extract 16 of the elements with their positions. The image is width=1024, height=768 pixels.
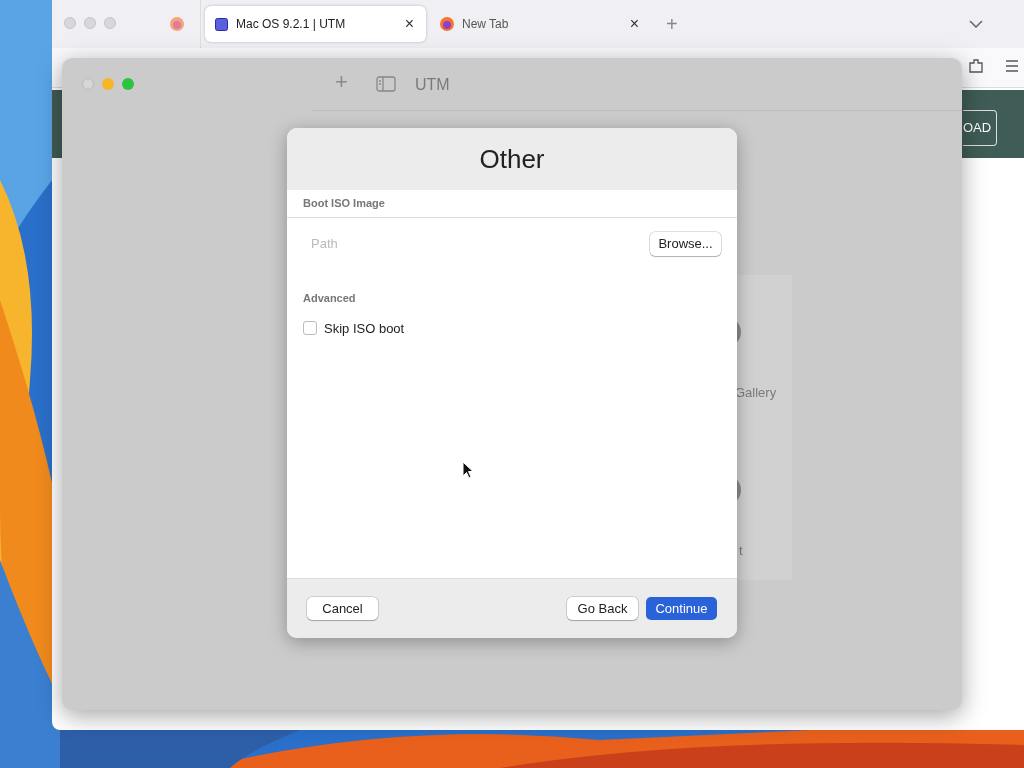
browse-button[interactable]: Browse... bbox=[650, 232, 721, 256]
gallery-label: Gallery bbox=[735, 384, 777, 402]
continue-button[interactable]: Continue bbox=[646, 596, 717, 621]
section-label: Boot ISO Image bbox=[303, 196, 385, 212]
browser-tab[interactable]: New Tab × bbox=[430, 6, 651, 42]
option-label: t bbox=[739, 542, 743, 560]
download-button[interactable]: OAD bbox=[963, 110, 997, 146]
close-tab-button[interactable]: × bbox=[627, 16, 641, 32]
section-label: Advanced bbox=[303, 291, 356, 304]
back-button[interactable]: Go Back bbox=[567, 596, 638, 621]
checkbox-label: Skip ISO boot bbox=[324, 319, 405, 338]
cancel-button[interactable]: Cancel bbox=[307, 596, 378, 621]
browser-tab[interactable]: Mac OS 9.2.1 | UTM × bbox=[205, 6, 426, 42]
dialog-title: Other bbox=[479, 142, 545, 176]
window-title: UTM bbox=[415, 75, 450, 95]
close-tab-button[interactable]: × bbox=[402, 16, 416, 32]
